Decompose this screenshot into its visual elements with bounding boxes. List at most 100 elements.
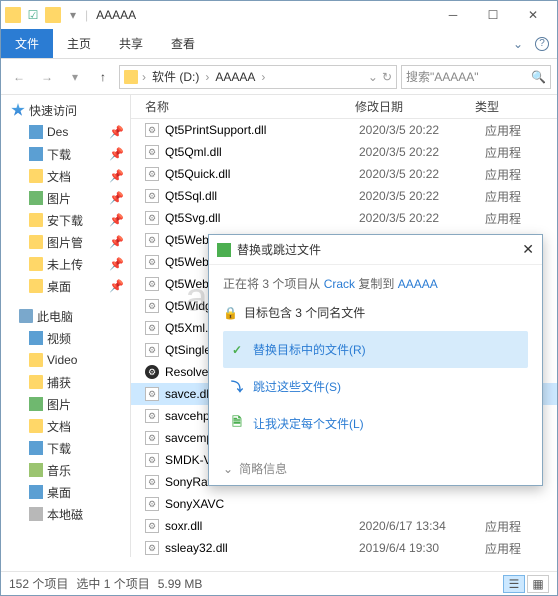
sidebar-quick-access[interactable]: 快速访问 — [1, 99, 130, 121]
file-name: Qt5Svg.dll — [165, 211, 353, 225]
minimize-button[interactable]: ─ — [433, 1, 473, 29]
folder-icon — [29, 213, 43, 227]
view-icons-button[interactable]: ▦ — [527, 575, 549, 593]
pin-icon: 📌 — [109, 125, 124, 139]
history-dropdown[interactable]: ▾ — [63, 65, 87, 89]
tab-file[interactable]: 文件 — [1, 29, 53, 58]
folder-icon — [29, 125, 43, 139]
navigation-pane[interactable]: 快速访问 Des📌下载📌文档📌图片📌安下载📌图片管📌未上传📌桌面📌 此电脑 视频… — [1, 95, 131, 557]
file-row[interactable]: ⚙soxr.dll2020/6/17 13:34应用程 — [131, 515, 557, 537]
file-icon: ⚙ — [145, 365, 159, 379]
sidebar-item[interactable]: 桌面📌 — [1, 275, 130, 297]
file-row[interactable]: ⚙Qt5PrintSupport.dll2020/3/5 20:22应用程 — [131, 119, 557, 141]
sidebar-item[interactable]: Video — [1, 349, 130, 371]
option-skip[interactable]: ⤵ 跳过这些文件(S) — [223, 368, 528, 405]
sidebar-item[interactable]: 下载📌 — [1, 143, 130, 165]
address-bar[interactable]: › 软件 (D:) › AAAAA › ⌄ ↻ — [119, 65, 397, 89]
file-icon: ⚙ — [145, 211, 159, 225]
folder-icon — [29, 257, 43, 271]
lock-icon: 🔒 — [223, 306, 238, 320]
folder-icon — [29, 279, 43, 293]
chevron-down-icon: ⌄ — [223, 462, 233, 476]
sidebar-item[interactable]: 图片📌 — [1, 187, 130, 209]
forward-button[interactable]: → — [35, 65, 59, 89]
close-button[interactable]: ✕ — [513, 1, 553, 29]
tab-home[interactable]: 主页 — [53, 29, 105, 58]
view-details-button[interactable]: ☰ — [503, 575, 525, 593]
option-decide[interactable]: 🗎 让我决定每个文件(L) — [223, 405, 528, 442]
sidebar-item[interactable]: 图片管📌 — [1, 231, 130, 253]
breadcrumb-folder[interactable]: AAAAA — [213, 68, 257, 86]
column-date[interactable]: 修改日期 — [341, 98, 461, 115]
column-type[interactable]: 类型 — [461, 98, 557, 115]
sidebar-item[interactable]: 本地磁 — [1, 503, 130, 525]
folder-icon — [29, 169, 43, 183]
sidebar-item[interactable]: Des📌 — [1, 121, 130, 143]
folder-icon — [29, 441, 43, 455]
search-input[interactable]: 搜索"AAAAA" 🔍 — [401, 65, 551, 89]
file-row[interactable]: ⚙Qt5Sql.dll2020/3/5 20:22应用程 — [131, 185, 557, 207]
sidebar-item[interactable]: 文档📌 — [1, 165, 130, 187]
file-row[interactable]: ⚙SonyXAVC — [131, 493, 557, 515]
search-icon: 🔍 — [531, 70, 546, 84]
chevron-right-icon[interactable]: › — [142, 70, 146, 84]
sidebar-item[interactable]: 图片 — [1, 393, 130, 415]
file-row[interactable]: ⚙ssleay32.dll2019/6/4 19:30应用程 — [131, 537, 557, 557]
ribbon: 文件 主页 共享 查看 ⌄ ? — [1, 29, 557, 59]
window-title: AAAAA — [96, 8, 136, 22]
help-icon[interactable]: ? — [535, 37, 549, 51]
back-button[interactable]: ← — [7, 65, 31, 89]
breadcrumb-drive[interactable]: 软件 (D:) — [150, 66, 201, 87]
sidebar-item[interactable]: 捕获 — [1, 371, 130, 393]
file-row[interactable]: ⚙Qt5Quick.dll2020/3/5 20:22应用程 — [131, 163, 557, 185]
chevron-right-icon[interactable]: › — [205, 70, 209, 84]
pin-icon: 📌 — [109, 147, 124, 161]
refresh-icon[interactable]: ↻ — [382, 70, 392, 84]
file-row[interactable]: ⚙Qt5Svg.dll2020/3/5 20:22应用程 — [131, 207, 557, 229]
sidebar-item[interactable]: 下载 — [1, 437, 130, 459]
file-type: 应用程 — [485, 144, 521, 161]
option-replace[interactable]: ✓ 替换目标中的文件(R) — [223, 331, 528, 368]
new-folder-icon[interactable] — [45, 7, 61, 23]
replace-dialog: 替换或跳过文件 ✕ 正在将 3 个项目从 Crack 复制到 AAAAA 🔒 目… — [208, 234, 543, 486]
properties-icon[interactable]: ☑ — [25, 7, 41, 23]
file-icon: ⚙ — [145, 453, 159, 467]
pin-icon: 📌 — [109, 191, 124, 205]
sidebar-this-pc[interactable]: 此电脑 — [1, 305, 130, 327]
file-type: 应用程 — [485, 122, 521, 139]
file-date: 2020/3/5 20:22 — [359, 189, 479, 203]
dialog-close-button[interactable]: ✕ — [522, 241, 534, 258]
file-name: Qt5Qml.dll — [165, 145, 353, 159]
address-dropdown-icon[interactable]: ⌄ — [368, 70, 378, 84]
folder-icon — [5, 7, 21, 23]
tab-view[interactable]: 查看 — [157, 29, 209, 58]
file-row[interactable]: ⚙Qt5Qml.dll2020/3/5 20:22应用程 — [131, 141, 557, 163]
tab-share[interactable]: 共享 — [105, 29, 157, 58]
dialog-details-toggle[interactable]: ⌄ 简略信息 — [209, 452, 542, 485]
file-icon: ⚙ — [145, 167, 159, 181]
file-icon: ⚙ — [145, 343, 159, 357]
file-icon: ⚙ — [145, 519, 159, 533]
file-icon: ⚙ — [145, 255, 159, 269]
file-icon: ⚙ — [145, 541, 159, 555]
file-icon: ⚙ — [145, 387, 159, 401]
separator: | — [85, 8, 88, 22]
file-icon: ⚙ — [145, 431, 159, 445]
sidebar-item[interactable]: 视频 — [1, 327, 130, 349]
file-icon: ⚙ — [145, 145, 159, 159]
file-type: 应用程 — [485, 166, 521, 183]
folder-icon — [29, 235, 43, 249]
expand-ribbon-icon[interactable]: ⌄ — [513, 37, 523, 51]
chevron-right-icon[interactable]: › — [261, 70, 265, 84]
sidebar-item[interactable]: 文档 — [1, 415, 130, 437]
qat-dropdown-icon[interactable]: ▾ — [65, 7, 81, 23]
sidebar-item[interactable]: 桌面 — [1, 481, 130, 503]
sidebar-item[interactable]: 安下载📌 — [1, 209, 130, 231]
sidebar-item[interactable]: 音乐 — [1, 459, 130, 481]
pin-icon: 📌 — [109, 279, 124, 293]
sidebar-item[interactable]: 未上传📌 — [1, 253, 130, 275]
column-name[interactable]: 名称 — [131, 98, 341, 115]
up-button[interactable]: ↑ — [91, 65, 115, 89]
status-item-count: 152 个项目 — [9, 575, 68, 592]
maximize-button[interactable]: ☐ — [473, 1, 513, 29]
